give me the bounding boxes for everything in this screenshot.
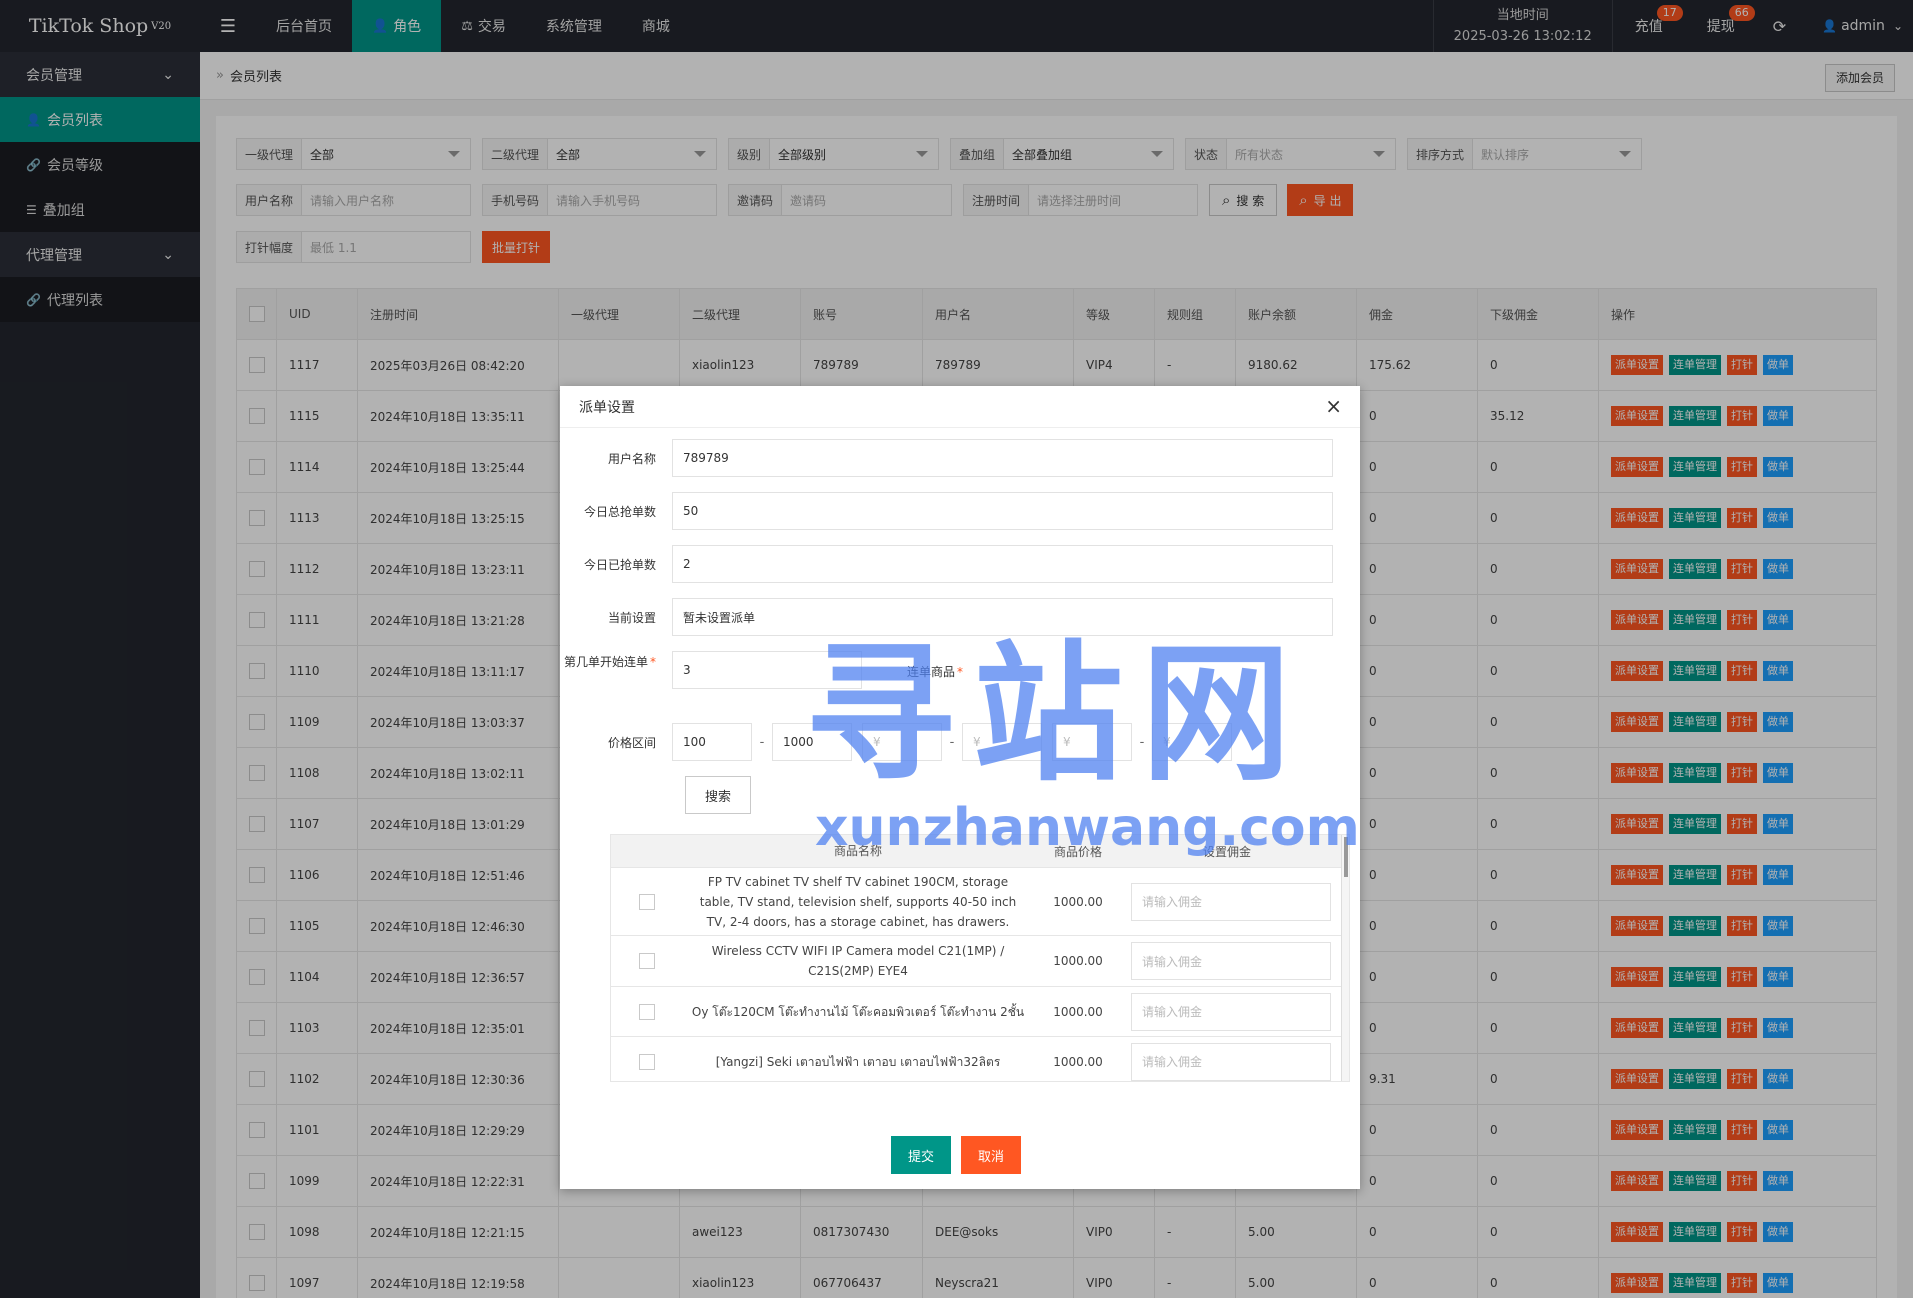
required-mark: * bbox=[650, 655, 656, 669]
list-item: Oy โต๊ะ120CM โต๊ะทำงานไม้ โต๊ะคอมพิวเตอร… bbox=[611, 986, 1349, 1036]
current-setting-label: 当前设置 bbox=[607, 610, 656, 625]
goods-name: Oy โต๊ะ120CM โต๊ะทำงานไม้ โต๊ะคอมพิวเตอร… bbox=[691, 1004, 1025, 1019]
goods-select-cell bbox=[611, 1003, 683, 1020]
list-item: [Yangzi] Seki เตาอบไฟฟ้า เตาอบ เตาอบไฟฟ้… bbox=[611, 1036, 1349, 1081]
username-field[interactable]: 789789 bbox=[672, 439, 1333, 477]
goods-checkbox[interactable] bbox=[639, 893, 655, 910]
modal-header: 派单设置 bbox=[560, 386, 1360, 428]
list-item: FP TV cabinet TV shelf TV cabinet 190CM,… bbox=[611, 867, 1349, 935]
start-order-field[interactable]: 3 bbox=[672, 651, 862, 689]
goods-name: FP TV cabinet TV shelf TV cabinet 190CM,… bbox=[699, 874, 1017, 929]
modal-title: 派单设置 bbox=[579, 399, 635, 416]
required-mark: * bbox=[957, 665, 964, 679]
goods-name: Wireless CCTV WIFI IP Camera model C21(1… bbox=[711, 944, 1005, 978]
modal-actions: 提交 取消 bbox=[891, 1136, 1022, 1174]
scrollbar-thumb[interactable] bbox=[1344, 837, 1348, 877]
commission-input[interactable]: 请输入佣金 bbox=[1131, 942, 1331, 980]
linked-goods-label: 连单商品 * bbox=[907, 663, 963, 680]
goods-search-button[interactable]: 搜索 bbox=[685, 776, 751, 814]
current-setting-field[interactable]: 暂未设置派单 bbox=[672, 598, 1333, 636]
goods-select-cell bbox=[611, 953, 683, 969]
goods-col-header: 商品价格 bbox=[1053, 844, 1102, 859]
username-label: 用户名称 bbox=[607, 451, 656, 466]
range-dash: - bbox=[1139, 734, 1145, 750]
goods-table: 商品名称 商品价格 设置佣金 FP TV cabinet TV shelf TV… bbox=[610, 834, 1350, 1082]
list-item: Wireless CCTV WIFI IP Camera model C21(1… bbox=[611, 935, 1349, 986]
price-min-3-field[interactable]: ¥ bbox=[1052, 723, 1132, 761]
dispatch-settings-modal: 派单设置 × 用户名称 789789 今日总抢单数 50 今日已抢单数 2 当前… bbox=[560, 386, 1360, 1189]
goods-select-cell bbox=[611, 893, 683, 910]
commission-input[interactable]: 请输入佣金 bbox=[1131, 992, 1331, 1031]
start-order-label: 第几单开始连单 * bbox=[560, 651, 672, 672]
start-order-label-text: 第几单开始连单 bbox=[563, 655, 648, 669]
goods-commission-cell: 请输入佣金 bbox=[1123, 992, 1331, 1031]
goods-col-header: 商品名称 bbox=[833, 844, 882, 858]
commission-input[interactable]: 请输入佣金 bbox=[1131, 1042, 1331, 1081]
linked-goods-label-text: 连单商品 bbox=[907, 665, 956, 679]
goods-table-header: 商品名称 商品价格 设置佣金 bbox=[611, 835, 1349, 867]
goods-price: 1000.00 bbox=[1053, 1004, 1103, 1019]
price-min-field[interactable]: 100 bbox=[672, 723, 752, 761]
price-max-field[interactable]: 1000 bbox=[772, 723, 852, 761]
form-row-today-total: 今日总抢单数 50 bbox=[560, 492, 1333, 530]
goods-price: 1000.00 bbox=[1053, 894, 1103, 909]
goods-col-header: 设置佣金 bbox=[1202, 844, 1251, 859]
goods-commission-cell: 请输入佣金 bbox=[1123, 882, 1331, 921]
form-row-current: 当前设置 暂未设置派单 bbox=[560, 598, 1333, 636]
today-done-label: 今日已抢单数 bbox=[583, 557, 656, 572]
goods-price: 1000.00 bbox=[1053, 1054, 1103, 1069]
commission-input[interactable]: 请输入佣金 bbox=[1131, 882, 1331, 921]
cancel-button[interactable]: 取消 bbox=[961, 1136, 1022, 1174]
today-done-field[interactable]: 2 bbox=[672, 545, 1333, 583]
goods-checkbox[interactable] bbox=[639, 953, 655, 969]
range-dash: - bbox=[949, 734, 955, 750]
goods-price: 1000.00 bbox=[1053, 954, 1103, 968]
price-max-2-field[interactable]: ¥ bbox=[962, 723, 1042, 761]
range-dash: - bbox=[759, 734, 765, 750]
price-min-2-field[interactable]: ¥ bbox=[862, 723, 942, 761]
price-range-label: 价格区间 bbox=[607, 735, 656, 750]
form-row-username: 用户名称 789789 bbox=[560, 439, 1333, 477]
today-total-field[interactable]: 50 bbox=[672, 492, 1333, 530]
today-total-label: 今日总抢单数 bbox=[583, 504, 656, 519]
goods-commission-cell: 请输入佣金 bbox=[1123, 1042, 1331, 1081]
goods-checkbox[interactable] bbox=[639, 1003, 655, 1020]
close-icon[interactable]: × bbox=[1325, 396, 1342, 416]
goods-commission-cell: 请输入佣金 bbox=[1123, 942, 1331, 980]
price-max-3-field[interactable]: ¥ bbox=[1152, 723, 1232, 761]
goods-name: [Yangzi] Seki เตาอบไฟฟ้า เตาอบ เตาอบไฟฟ้… bbox=[715, 1054, 1001, 1069]
form-row-today-done: 今日已抢单数 2 bbox=[560, 545, 1333, 583]
goods-checkbox[interactable] bbox=[639, 1053, 655, 1070]
submit-button[interactable]: 提交 bbox=[891, 1136, 952, 1174]
form-row-price: 价格区间 100 - 1000 ¥ - ¥ ¥ - ¥ bbox=[560, 723, 1232, 761]
goods-scrollbar[interactable] bbox=[1341, 835, 1349, 1081]
goods-select-cell bbox=[611, 1053, 683, 1070]
form-row-start: 第几单开始连单 * 3 连单商品 * bbox=[560, 651, 963, 689]
